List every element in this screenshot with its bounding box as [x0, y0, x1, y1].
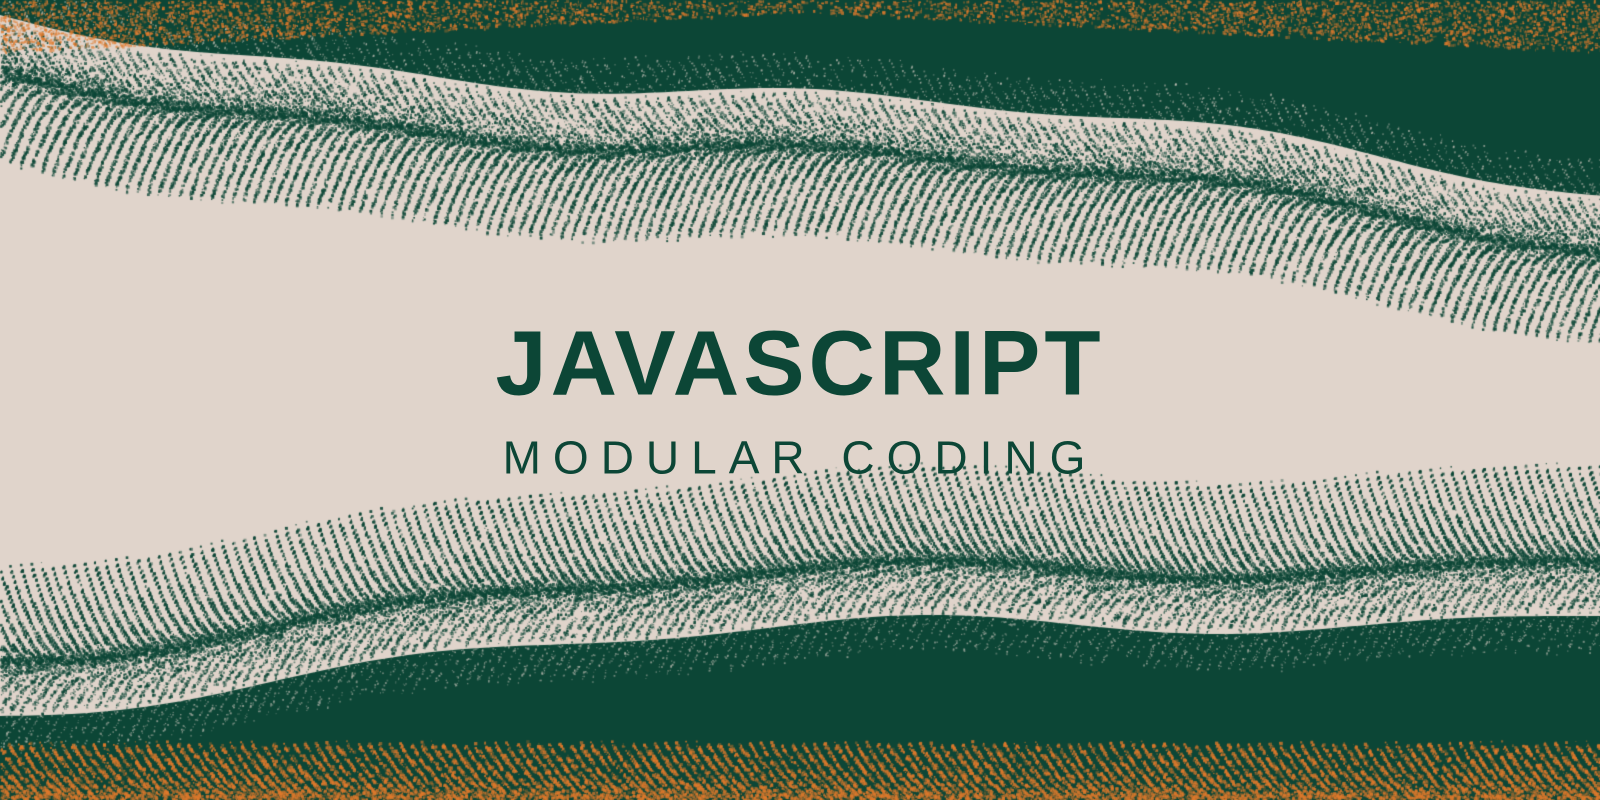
banner-text-block: JAVASCRIPT MODULAR CODING	[495, 316, 1104, 485]
banner-title: JAVASCRIPT	[495, 316, 1104, 413]
banner-subtitle: MODULAR CODING	[495, 430, 1104, 484]
